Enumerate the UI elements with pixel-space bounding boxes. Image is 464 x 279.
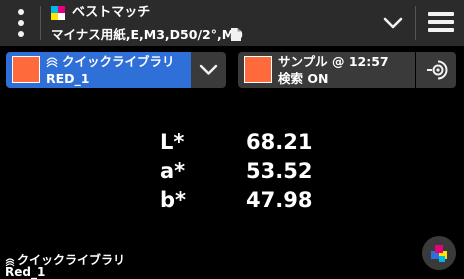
sample-panel[interactable]: サンプル @ 12:57 検索 ON [238, 52, 415, 88]
document-icon[interactable] [231, 28, 241, 41]
library-selector[interactable]: クイックライブラリ RED_1 [6, 52, 191, 88]
a-star-label: a* [160, 159, 186, 183]
top-bar-divider [415, 6, 416, 40]
l-star-label: L* [160, 130, 185, 154]
more-options-icon[interactable] [14, 8, 28, 38]
menu-icon[interactable] [428, 11, 454, 33]
sample-time: サンプル @ 12:57 [278, 54, 389, 69]
b-star-value: 47.98 [246, 188, 313, 212]
search-status: 検索 ON [278, 71, 329, 86]
chevron-down-icon[interactable] [378, 9, 408, 37]
library-color-name: RED_1 [46, 71, 90, 86]
sample-color-swatch [244, 56, 272, 83]
library-icon [46, 57, 58, 68]
library-color-swatch [12, 56, 40, 83]
l-star-value: 68.21 [246, 130, 313, 154]
top-bar-divider [40, 6, 41, 40]
footer-color-name: Red_1 [5, 265, 46, 279]
a-star-value: 53.52 [246, 159, 313, 183]
measure-icon [427, 60, 448, 80]
b-star-label: b* [160, 188, 187, 212]
color-palette-button[interactable] [422, 236, 456, 270]
page-title: ベストマッチ [72, 5, 151, 20]
library-name: クイックライブラリ [62, 54, 175, 69]
cmyk-icon [51, 6, 65, 20]
color-palette-icon [431, 245, 447, 262]
library-dropdown-button[interactable] [191, 52, 226, 88]
chevron-down-icon [199, 64, 218, 75]
measurement-conditions[interactable]: マイナス用紙,E,M3,D50/2°,M0 [51, 26, 243, 44]
measure-button[interactable] [416, 52, 456, 88]
